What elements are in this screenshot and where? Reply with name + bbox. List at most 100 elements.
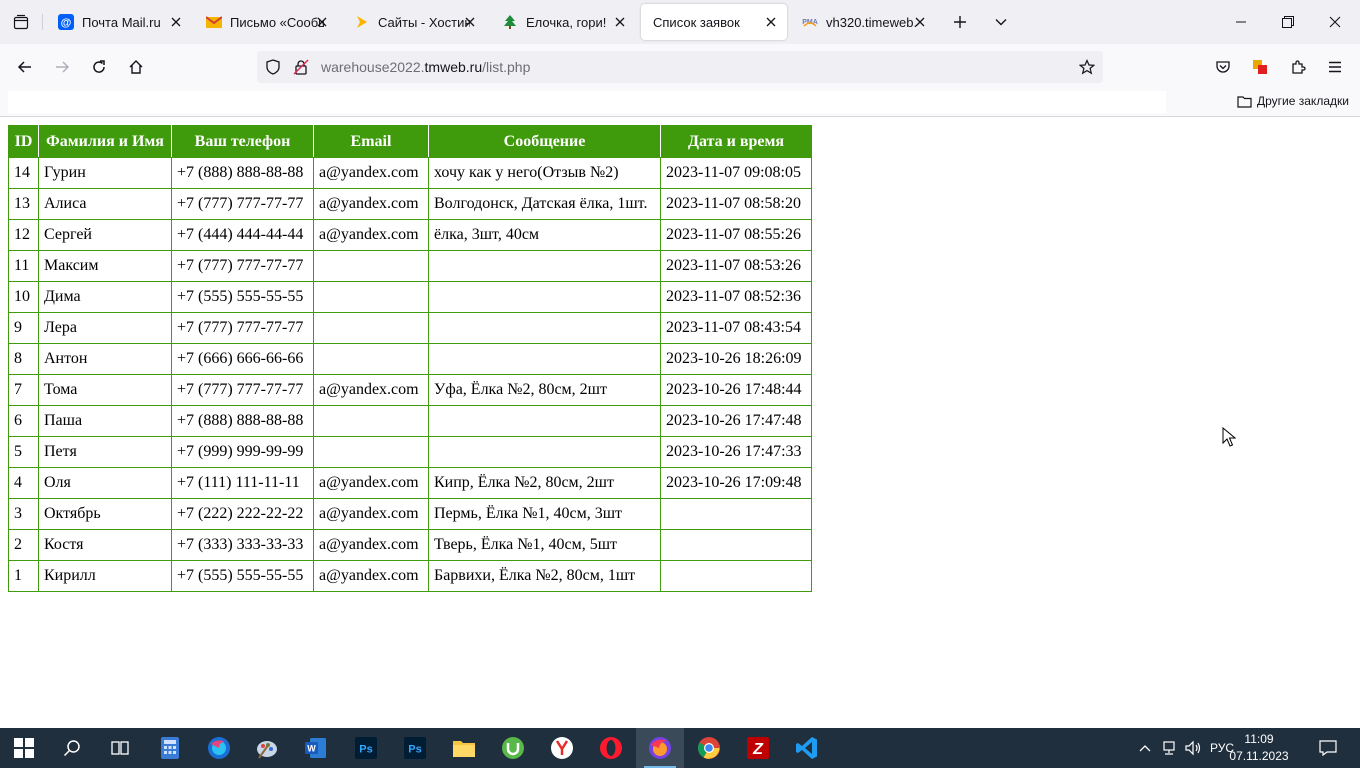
url-host: tmweb.ru: [424, 59, 483, 75]
cell-datetime: [660, 560, 812, 592]
tree-icon: [502, 14, 518, 30]
paint-icon: [257, 741, 277, 759]
system-clock[interactable]: 11:09 07.11.2023: [1228, 731, 1290, 765]
calculator-icon: [161, 737, 179, 759]
column-header-name: Фамилия и Имя: [38, 125, 172, 158]
bookmark-star-icon[interactable]: [1078, 59, 1096, 75]
taskbar-app-word[interactable]: W: [292, 728, 340, 768]
other-bookmarks-folder[interactable]: Другие закладки: [1237, 94, 1349, 108]
reload-icon: [93, 60, 105, 73]
close-icon[interactable]: [314, 14, 330, 30]
tab-letter[interactable]: Письмо «Сообщ: [194, 4, 338, 40]
home-button[interactable]: [120, 51, 152, 83]
tab-title: Список заявок: [653, 14, 740, 30]
start-button[interactable]: [0, 728, 48, 768]
cell-datetime: [660, 498, 812, 530]
navigation-toolbar: warehouse2022.tmweb.ru/list.php: [0, 44, 1360, 90]
taskbar-app-vscode[interactable]: [783, 728, 831, 768]
pma-icon: PMA: [802, 14, 818, 30]
taskbar-app-filezilla[interactable]: Z: [734, 728, 782, 768]
tab-mail-ru[interactable]: @ Почта Mail.ru: [46, 4, 192, 40]
volume-button[interactable]: [1182, 728, 1204, 768]
insecure-lock-icon[interactable]: [293, 59, 309, 75]
opera-icon: [600, 737, 622, 759]
close-icon[interactable]: [612, 14, 628, 30]
close-icon[interactable]: [763, 14, 779, 30]
folder-icon: [1237, 95, 1252, 108]
tab-phpmyadmin[interactable]: PMA vh320.timeweb.r: [790, 4, 936, 40]
clock-date: 07.11.2023: [1229, 749, 1289, 763]
close-window-button[interactable]: [1312, 0, 1358, 44]
taskbar-app-firefox-developer[interactable]: [195, 728, 243, 768]
show-hidden-icons-button[interactable]: [1135, 728, 1155, 768]
cell-phone: +7 (888) 888-88-88: [171, 405, 314, 437]
reload-button[interactable]: [83, 51, 115, 83]
cell-datetime: 2023-11-07 09:08:05: [660, 157, 812, 189]
cell-phone: +7 (333) 333-33-33: [171, 529, 314, 561]
cell-id: 13: [8, 188, 39, 220]
taskbar-app-utorrent[interactable]: [489, 728, 537, 768]
action-center-button[interactable]: [1310, 728, 1346, 768]
forward-button[interactable]: [46, 51, 78, 83]
file-explorer-icon: [453, 741, 475, 757]
extensions-button[interactable]: [1282, 51, 1314, 83]
close-icon[interactable]: [168, 14, 184, 30]
firefox-view-button[interactable]: [0, 0, 42, 44]
cell-email: [313, 436, 429, 468]
cell-name: Гурин: [38, 157, 172, 189]
table-row: 11 Максим +7 (777) 777-77-77 2023-11-07 …: [8, 250, 812, 282]
cell-email: [313, 312, 429, 344]
table-row: 13 Алиса +7 (777) 777-77-77 a@yandex.com…: [8, 188, 812, 220]
cell-email: a@yandex.com: [313, 374, 429, 406]
taskbar-app-paint[interactable]: [243, 728, 291, 768]
url-prefix: warehouse2022.: [321, 59, 425, 75]
taskbar-app-photoshop-1[interactable]: Ps: [342, 728, 390, 768]
taskbar-app-photoshop-2[interactable]: Ps: [391, 728, 439, 768]
pocket-button[interactable]: [1207, 51, 1239, 83]
taskbar-search-button[interactable]: [48, 728, 96, 768]
clock-time: 11:09: [1244, 732, 1274, 746]
cell-message: [428, 281, 661, 313]
volume-icon: [1185, 740, 1201, 756]
cell-datetime: 2023-11-07 08:53:26: [660, 250, 812, 282]
bookmarks-toolbar: Другие закладки: [0, 90, 1360, 117]
cell-datetime: 2023-10-26 17:47:48: [660, 405, 812, 437]
menu-button[interactable]: [1319, 51, 1351, 83]
table-row: 7 Тома +7 (777) 777-77-77 a@yandex.com У…: [8, 374, 812, 406]
taskbar-app-file-explorer[interactable]: [440, 728, 488, 768]
taskbar-app-chrome[interactable]: [685, 728, 733, 768]
table-row: 10 Дима +7 (555) 555-55-55 2023-11-07 08…: [8, 281, 812, 313]
taskbar-app-firefox[interactable]: [636, 728, 684, 768]
list-all-tabs-button[interactable]: [985, 6, 1017, 38]
cell-name: Лера: [38, 312, 172, 344]
task-view-button[interactable]: [96, 728, 144, 768]
maximize-button[interactable]: [1265, 0, 1311, 44]
cell-email: a@yandex.com: [313, 188, 429, 220]
tab-title: vh320.timeweb.r: [826, 14, 916, 30]
extension-button[interactable]: [1244, 51, 1276, 83]
taskbar-app-calculator[interactable]: [146, 728, 194, 768]
minimize-button[interactable]: [1218, 0, 1264, 44]
other-bookmarks-label: Другие закладки: [1257, 94, 1349, 108]
tab-elochka[interactable]: Елочка, гори!: [490, 4, 636, 40]
tab-sites-hosting[interactable]: Сайты - Хостинг: [342, 4, 486, 40]
cell-datetime: 2023-11-07 08:43:54: [660, 312, 812, 344]
address-bar[interactable]: warehouse2022.tmweb.ru/list.php: [257, 51, 1103, 83]
cell-message: Уфа, Ёлка №2, 80см, 2шт: [428, 374, 661, 406]
table-row: 8 Антон +7 (666) 666-66-66 2023-10-26 18…: [8, 343, 812, 375]
table-row: 2 Костя +7 (333) 333-33-33 a@yandex.com …: [8, 529, 812, 561]
close-icon[interactable]: [462, 14, 478, 30]
taskbar-app-yandex-browser[interactable]: [538, 728, 586, 768]
back-button[interactable]: [9, 51, 41, 83]
tab-orders-list[interactable]: Список заявок: [641, 4, 787, 40]
cell-phone: +7 (999) 999-99-99: [171, 436, 314, 468]
new-tab-button[interactable]: [944, 6, 976, 38]
url-text[interactable]: warehouse2022.tmweb.ru/list.php: [321, 59, 530, 75]
mouse-pointer-icon: [1222, 427, 1236, 447]
taskbar-app-opera[interactable]: [587, 728, 635, 768]
photoshop-icon: Ps: [355, 737, 377, 759]
tracking-protection-icon[interactable]: [265, 59, 281, 75]
network-button[interactable]: [1158, 728, 1180, 768]
close-icon[interactable]: [912, 14, 928, 30]
cell-email: a@yandex.com: [313, 560, 429, 592]
